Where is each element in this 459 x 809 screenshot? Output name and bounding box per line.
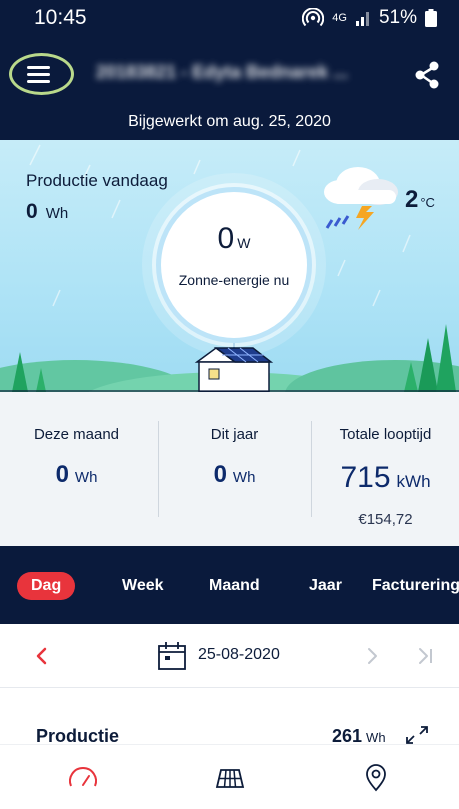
date-navigator: 25-08-2020 [0, 624, 459, 688]
stat-year-number: 0 [213, 461, 227, 488]
speedometer-icon [69, 767, 97, 787]
rain-thunder-cloud-icon [324, 167, 398, 230]
selected-date[interactable]: 25-08-2020 [198, 646, 280, 664]
stat-year-unit: Wh [232, 469, 256, 486]
stat-year-label: Dit jaar [210, 426, 259, 443]
temperature-unit: °C [420, 195, 435, 210]
production-today-unit: Wh [45, 205, 69, 222]
network-type: 4G [332, 12, 347, 24]
hamburger-icon-line [27, 80, 50, 83]
weather-temperature: 2 °C [405, 186, 435, 214]
battery-percent: 51% [378, 7, 417, 28]
stat-total-label: Totale looptijd [339, 426, 432, 443]
battery-icon [425, 9, 437, 27]
production-today-label: Productie vandaag [26, 171, 168, 190]
gauge-unit: W [237, 235, 251, 251]
next-date-button[interactable] [360, 642, 384, 670]
hotspot-icon [302, 8, 325, 28]
production-value: 261 Wh [332, 726, 386, 744]
stat-total-unit: kWh [396, 472, 431, 491]
hero-panel: Productie vandaag 0 Wh 0W Zonne-energie n… [0, 140, 459, 392]
stat-month-value: 0 Wh [0, 461, 153, 489]
tab-week[interactable]: Week [122, 572, 164, 600]
share-button[interactable] [410, 58, 444, 92]
production-today-number: 0 [26, 200, 38, 223]
temperature-value: 2 [405, 186, 419, 213]
production-label: Productie [36, 726, 120, 744]
updated-timestamp: Bijgewerkt om aug. 25, 2020 [128, 113, 331, 130]
hamburger-icon [27, 66, 50, 69]
stats-panel: Deze maand 0 Wh Dit jaar 0 Wh Totale loopt… [0, 392, 459, 546]
station-title[interactable]: 20183821 - Edyta Bednarek ... [96, 62, 396, 83]
power-gauge: 0W Zonne-energie nu [156, 187, 312, 343]
calendar-icon[interactable] [156, 640, 188, 677]
chevron-right-icon [368, 648, 377, 664]
stat-year-value: 0 Wh [158, 461, 311, 489]
stat-total-value: 715 kWh [309, 461, 459, 495]
nav-overview[interactable] [66, 761, 100, 795]
app-screen: 10:45 4G 51% 20183821 - Edyta Bednarek .… [0, 0, 459, 809]
menu-button[interactable] [22, 62, 62, 88]
location-pin-icon [366, 764, 386, 792]
stat-year: Dit jaar 0 Wh [158, 426, 311, 489]
production-unit: Wh [366, 730, 386, 744]
production-today-value: 0 Wh [26, 200, 68, 224]
status-time: 10:45 [34, 6, 87, 29]
gauge-number: 0 [217, 222, 235, 255]
stat-total-money: €154,72 [358, 511, 413, 528]
gauge-label: Zonne-energie nu [178, 272, 290, 288]
signal-icon [355, 10, 371, 26]
skip-to-end-icon [419, 648, 432, 664]
stat-total: Totale looptijd 715 kWh €154,72 [309, 426, 459, 528]
period-tabs: Dag Week Maand Jaar Facturering [0, 546, 459, 624]
production-number: 261 [332, 726, 363, 744]
stat-month: Deze maand 0 Wh [0, 426, 153, 489]
expand-icon[interactable] [404, 724, 430, 744]
stat-month-number: 0 [55, 461, 69, 488]
bottom-navigation [0, 744, 459, 809]
stat-total-number: 715 [340, 461, 391, 494]
production-row: Productie 261 Wh [0, 688, 459, 744]
solar-panel-icon [215, 769, 245, 788]
tab-jaar[interactable]: Jaar [309, 572, 342, 600]
tab-dag[interactable]: Dag [17, 572, 76, 600]
gauge-value: 0W [161, 222, 307, 256]
chevron-left-icon [36, 647, 47, 665]
previous-date-button[interactable] [30, 642, 54, 670]
hamburger-icon-line [27, 73, 50, 76]
nav-devices[interactable] [213, 761, 247, 795]
stat-month-unit: Wh [74, 469, 98, 486]
tab-facturering[interactable]: Facturering [372, 572, 459, 600]
status-indicators: 4G 51% [302, 7, 437, 29]
tab-maand[interactable]: Maand [209, 572, 260, 600]
last-date-button[interactable] [413, 642, 437, 670]
share-icon [415, 61, 439, 89]
app-header: 20183821 - Edyta Bednarek ... Bijgewerkt… [0, 36, 459, 140]
stat-month-label: Deze maand [33, 426, 120, 443]
nav-location[interactable] [359, 761, 393, 795]
status-bar: 10:45 4G 51% [0, 0, 459, 36]
